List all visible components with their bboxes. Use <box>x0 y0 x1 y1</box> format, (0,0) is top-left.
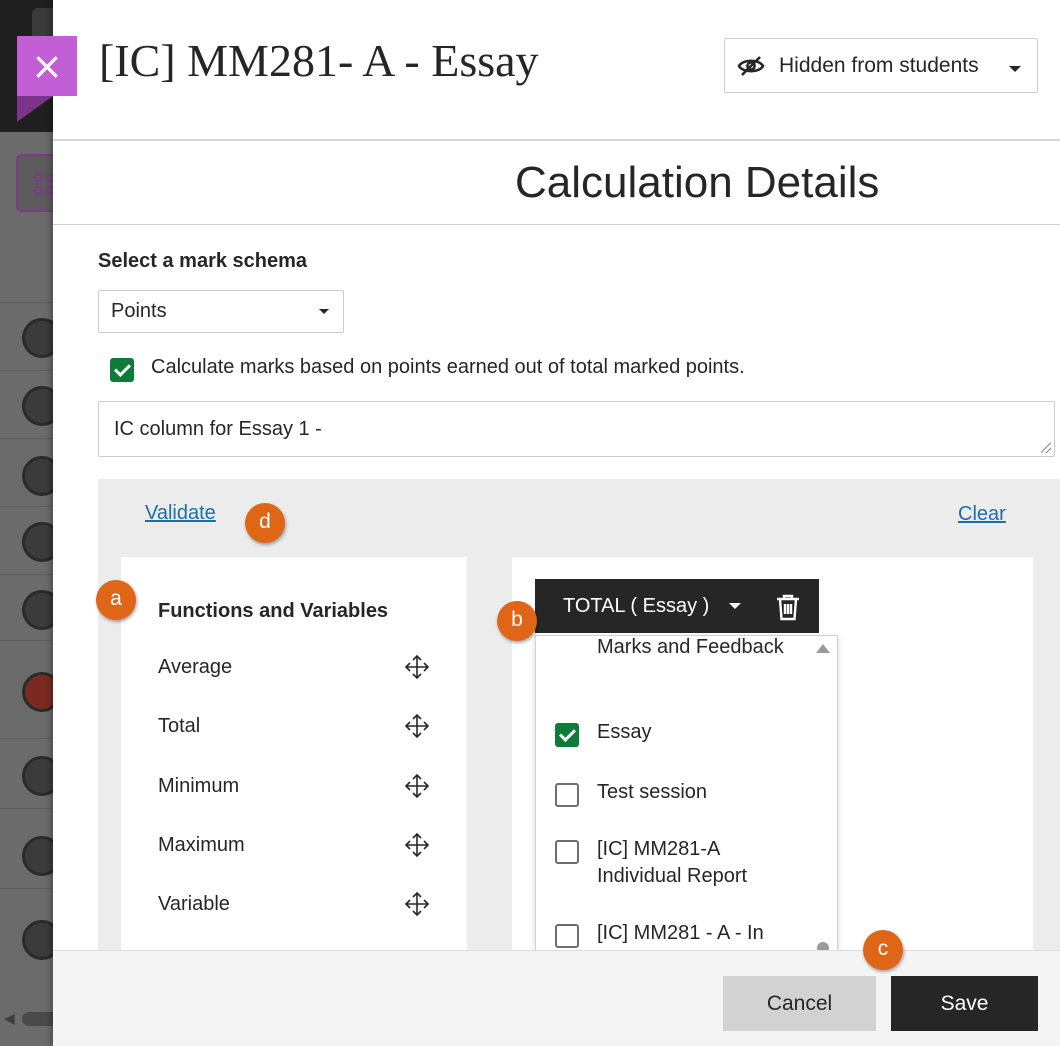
column-dropdown-list[interactable]: Marks and Feedback Essay Test session [I… <box>535 635 838 955</box>
option-checkbox[interactable] <box>555 723 579 747</box>
close-icon: × <box>31 44 63 88</box>
divider <box>53 224 1060 225</box>
option-label: Essay <box>597 721 652 743</box>
calculation-panel: [IC] MM281- A - Essay Hidden from studen… <box>53 0 1060 1046</box>
section-title: Calculation Details <box>515 158 880 207</box>
function-label: Variable <box>158 893 230 915</box>
description-value: IC column for Essay 1 - <box>114 418 322 440</box>
callout-d: d <box>245 503 285 543</box>
option-label: [IC] MM281 - A - In <box>597 922 764 944</box>
page-title: [IC] MM281- A - Essay <box>99 35 539 86</box>
scroll-up-icon[interactable] <box>816 644 830 653</box>
option-label: [IC] MM281-A Individual Report <box>597 838 748 887</box>
callout-b: b <box>497 601 537 641</box>
mark-schema-label: Select a mark schema <box>98 250 308 272</box>
visibility-dropdown[interactable]: Hidden from students <box>724 38 1038 93</box>
footer: Cancel Save <box>53 950 1060 1046</box>
mark-schema-value: Points <box>111 300 167 322</box>
chevron-down-icon <box>729 603 741 609</box>
trash-icon[interactable] <box>775 593 801 621</box>
total-token-dropdown[interactable]: TOTAL ( Essay ) <box>535 579 819 633</box>
chevron-down-icon <box>319 309 329 314</box>
clear-link[interactable]: Clear <box>958 503 1006 526</box>
visibility-label: Hidden from students <box>779 53 979 77</box>
move-icon[interactable] <box>404 891 430 917</box>
scroll-left-icon: ◀ <box>4 1010 15 1026</box>
validate-link[interactable]: Validate <box>145 502 216 525</box>
functions-panel: Functions and Variables Average Total Mi… <box>121 557 467 950</box>
function-label: Minimum <box>158 775 240 797</box>
callout-a: a <box>96 580 136 620</box>
functions-heading: Functions and Variables <box>158 600 389 622</box>
resize-handle[interactable] <box>1041 443 1051 453</box>
function-variable[interactable]: Variable <box>158 891 434 921</box>
total-token-label: TOTAL ( Essay ) <box>563 594 710 617</box>
formula-builder: Validate Clear Functions and Variables A… <box>98 479 1060 955</box>
option-checkbox[interactable] <box>555 783 579 807</box>
move-icon[interactable] <box>404 654 430 680</box>
option-label: Test session <box>597 781 708 803</box>
dropdown-group-label: Marks and Feedback <box>597 636 784 658</box>
move-icon[interactable] <box>404 773 430 799</box>
option-checkbox[interactable] <box>555 924 579 948</box>
function-label: Average <box>158 656 233 678</box>
move-icon[interactable] <box>404 713 430 739</box>
chevron-down-icon <box>1009 66 1021 72</box>
save-button[interactable]: Save <box>891 976 1038 1031</box>
function-label: Maximum <box>158 834 245 856</box>
calculate-marks-label: Calculate marks based on points earned o… <box>151 356 745 378</box>
move-icon[interactable] <box>404 832 430 858</box>
description-textarea[interactable]: IC column for Essay 1 - <box>98 401 1055 457</box>
divider <box>53 139 1060 141</box>
callout-c: c <box>863 930 903 970</box>
eye-slash-icon <box>737 55 765 76</box>
background-page: ◀ <box>0 0 60 1046</box>
formula-panel: TOTAL ( Essay ) Marks and Feedback Essay… <box>512 557 1033 955</box>
cancel-button[interactable]: Cancel <box>723 976 876 1031</box>
function-maximum[interactable]: Maximum <box>158 832 434 862</box>
close-button-tab <box>17 96 53 122</box>
mark-schema-select[interactable]: Points <box>98 290 344 333</box>
function-total[interactable]: Total <box>158 713 434 743</box>
close-button[interactable]: × <box>17 36 77 96</box>
function-minimum[interactable]: Minimum <box>158 773 434 803</box>
calculate-marks-checkbox[interactable] <box>110 358 134 382</box>
function-average[interactable]: Average <box>158 654 434 684</box>
option-checkbox[interactable] <box>555 840 579 864</box>
function-label: Total <box>158 715 201 737</box>
